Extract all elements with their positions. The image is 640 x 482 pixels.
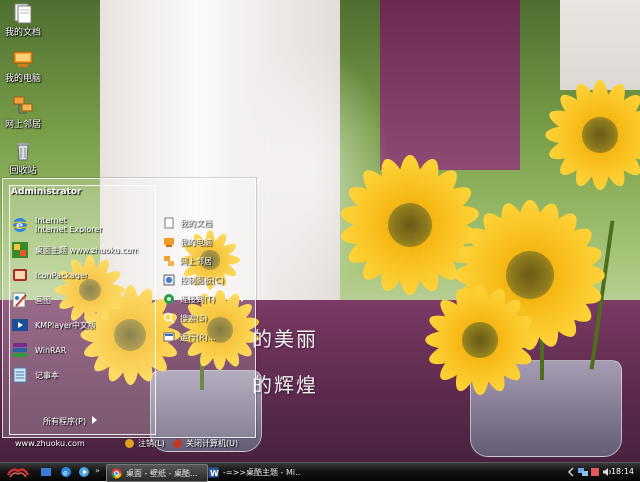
- all-programs-label: 所有程序(P): [43, 417, 87, 426]
- start-item-paint[interactable]: 画图: [11, 290, 151, 310]
- desktop-icon-network[interactable]: 网上邻居: [2, 94, 44, 130]
- start-button[interactable]: [6, 465, 30, 479]
- logoff-label: 注销(L): [138, 439, 165, 448]
- internet-explorer-icon: e: [11, 218, 29, 232]
- winrar-icon: [13, 343, 27, 357]
- place-control-panel[interactable]: 控制面板(C): [163, 272, 253, 288]
- wallpaper-text: 的美丽 的辉煌: [252, 316, 318, 408]
- place-run[interactable]: 运行(R)...: [163, 329, 253, 345]
- start-menu-footer: www.zhuoku.com 注销(L) 关闭计算机(U): [3, 437, 257, 455]
- quicklaunch-desktop-icon[interactable]: [40, 466, 52, 478]
- flower-center-decor: [462, 322, 498, 358]
- tray-arrow-icon[interactable]: [566, 467, 576, 477]
- network-places-icon: [13, 96, 33, 114]
- start-item-label: WinRAR: [35, 345, 67, 355]
- notepad-icon: [13, 367, 27, 383]
- flower-center-decor: [582, 117, 618, 153]
- wall-decor: [380, 0, 520, 170]
- power-icon: [173, 439, 182, 448]
- place-connect-to[interactable]: 连接到(T): [163, 291, 253, 307]
- place-label: 连接到(T): [180, 294, 216, 304]
- logoff-button[interactable]: 注销(L): [125, 438, 165, 449]
- place-label: 网上邻居: [180, 256, 212, 266]
- taskbar-button-browser[interactable]: 桌面 - 壁纸 - 桌酷...: [106, 464, 208, 482]
- flower-center-decor: [506, 251, 554, 299]
- wallpaper-text-line: 的辉煌: [252, 373, 318, 397]
- desktop-icon-label: 网上邻居: [4, 120, 41, 130]
- place-label: 运行(R)...: [180, 332, 216, 342]
- start-item-notepad[interactable]: 记事本: [11, 365, 151, 385]
- start-item-label: 画图: [35, 295, 51, 305]
- place-my-documents[interactable]: 我的文档: [163, 215, 253, 231]
- start-item-label: 桌面主题 www.zhuoku.com: [35, 245, 140, 255]
- site-url-text: www.zhuoku.com: [15, 439, 85, 448]
- taskbar-button-label: -=>>桌酷主题 - Mi...: [223, 467, 300, 477]
- word-icon: W: [208, 467, 219, 478]
- svg-text:e: e: [16, 219, 23, 232]
- recycle-bin-icon: [17, 143, 29, 161]
- paint-icon: [12, 292, 27, 308]
- start-item-iconpackager[interactable]: IconPackager: [11, 265, 151, 285]
- quicklaunch-expand-icon[interactable]: »: [95, 466, 100, 475]
- network-places-icon: [164, 256, 174, 266]
- arrow-right-icon: [92, 416, 98, 424]
- iconpackager-icon: [13, 269, 27, 281]
- desktop-icon-label: 我的文档: [4, 28, 41, 38]
- start-item-label: 记事本: [35, 370, 59, 380]
- place-search[interactable]: 搜索(S): [163, 310, 253, 326]
- connect-to-icon: [164, 294, 174, 304]
- shutdown-button[interactable]: 关闭计算机(U): [173, 438, 238, 449]
- run-icon: [163, 332, 175, 342]
- my-documents-icon: [14, 3, 32, 24]
- place-label: 我的文档: [180, 218, 212, 228]
- place-label: 我的电脑: [180, 237, 212, 247]
- all-programs-button[interactable]: 所有程序(P): [43, 416, 98, 427]
- my-computer-icon: [13, 51, 33, 67]
- quicklaunch-ie-icon[interactable]: e: [60, 466, 72, 478]
- search-icon: [163, 312, 175, 324]
- my-documents-icon: [164, 217, 174, 229]
- start-item-internet-explorer[interactable]: e Internet Internet Explorer: [11, 215, 151, 235]
- svg-text:W: W: [210, 469, 219, 478]
- start-item-label: Internet: [35, 216, 67, 225]
- desktop-icon-label: 我的电脑: [4, 74, 41, 84]
- shutdown-label: 关闭计算机(U): [186, 439, 239, 448]
- start-item-sublabel: Internet Explorer: [35, 225, 103, 234]
- start-item-kmplayer[interactable]: KMPlayer中文版: [11, 315, 151, 335]
- control-panel-icon: [163, 274, 175, 286]
- tray-app-icon[interactable]: [590, 467, 600, 477]
- place-label: 控制面板(C): [180, 275, 224, 285]
- taskbar-button-label: 桌面 - 壁纸 - 桌酷...: [126, 468, 198, 478]
- desktop-icon-my-documents[interactable]: 我的文档: [2, 2, 44, 38]
- svg-text:e: e: [63, 469, 68, 478]
- desktop-icon-recycle-bin[interactable]: 回收站: [2, 140, 44, 176]
- start-item-winrar[interactable]: WinRAR: [11, 340, 151, 360]
- desktop-icon-my-computer[interactable]: 我的电脑: [2, 48, 44, 84]
- my-computer-icon: [164, 238, 174, 247]
- start-menu-user-name: Administrator: [11, 187, 82, 197]
- logoff-icon: [125, 439, 134, 448]
- place-network[interactable]: 网上邻居: [163, 253, 253, 269]
- system-tray: 18:14: [566, 464, 640, 480]
- taskbar-clock[interactable]: 18:14: [611, 467, 634, 476]
- desktop-icon-label: 回收站: [9, 166, 37, 176]
- kmplayer-icon: [12, 319, 28, 331]
- quicklaunch-media-icon[interactable]: [78, 466, 90, 478]
- theme-icon: [12, 242, 28, 258]
- taskbar: e » 桌面 - 壁纸 - 桌酷... W -=>>桌酷主题 - Mi... 1…: [0, 462, 640, 482]
- chrome-icon: [111, 468, 122, 478]
- start-item-theme[interactable]: 桌面主题 www.zhuoku.com: [11, 240, 151, 260]
- start-item-label: IconPackager: [35, 270, 89, 280]
- wallpaper-text-line: 的美丽: [252, 327, 318, 351]
- wall-decor: [560, 0, 640, 90]
- start-item-label: KMPlayer中文版: [35, 320, 97, 330]
- taskbar-button-word[interactable]: W -=>>桌酷主题 - Mi...: [208, 464, 300, 480]
- start-menu: Administrator e Internet Internet Explor…: [2, 178, 256, 448]
- submenu-arrow-icon: [241, 296, 245, 302]
- tray-network-icon[interactable]: [578, 467, 588, 477]
- place-my-computer[interactable]: 我的电脑: [163, 234, 253, 250]
- place-label: 搜索(S): [180, 313, 208, 323]
